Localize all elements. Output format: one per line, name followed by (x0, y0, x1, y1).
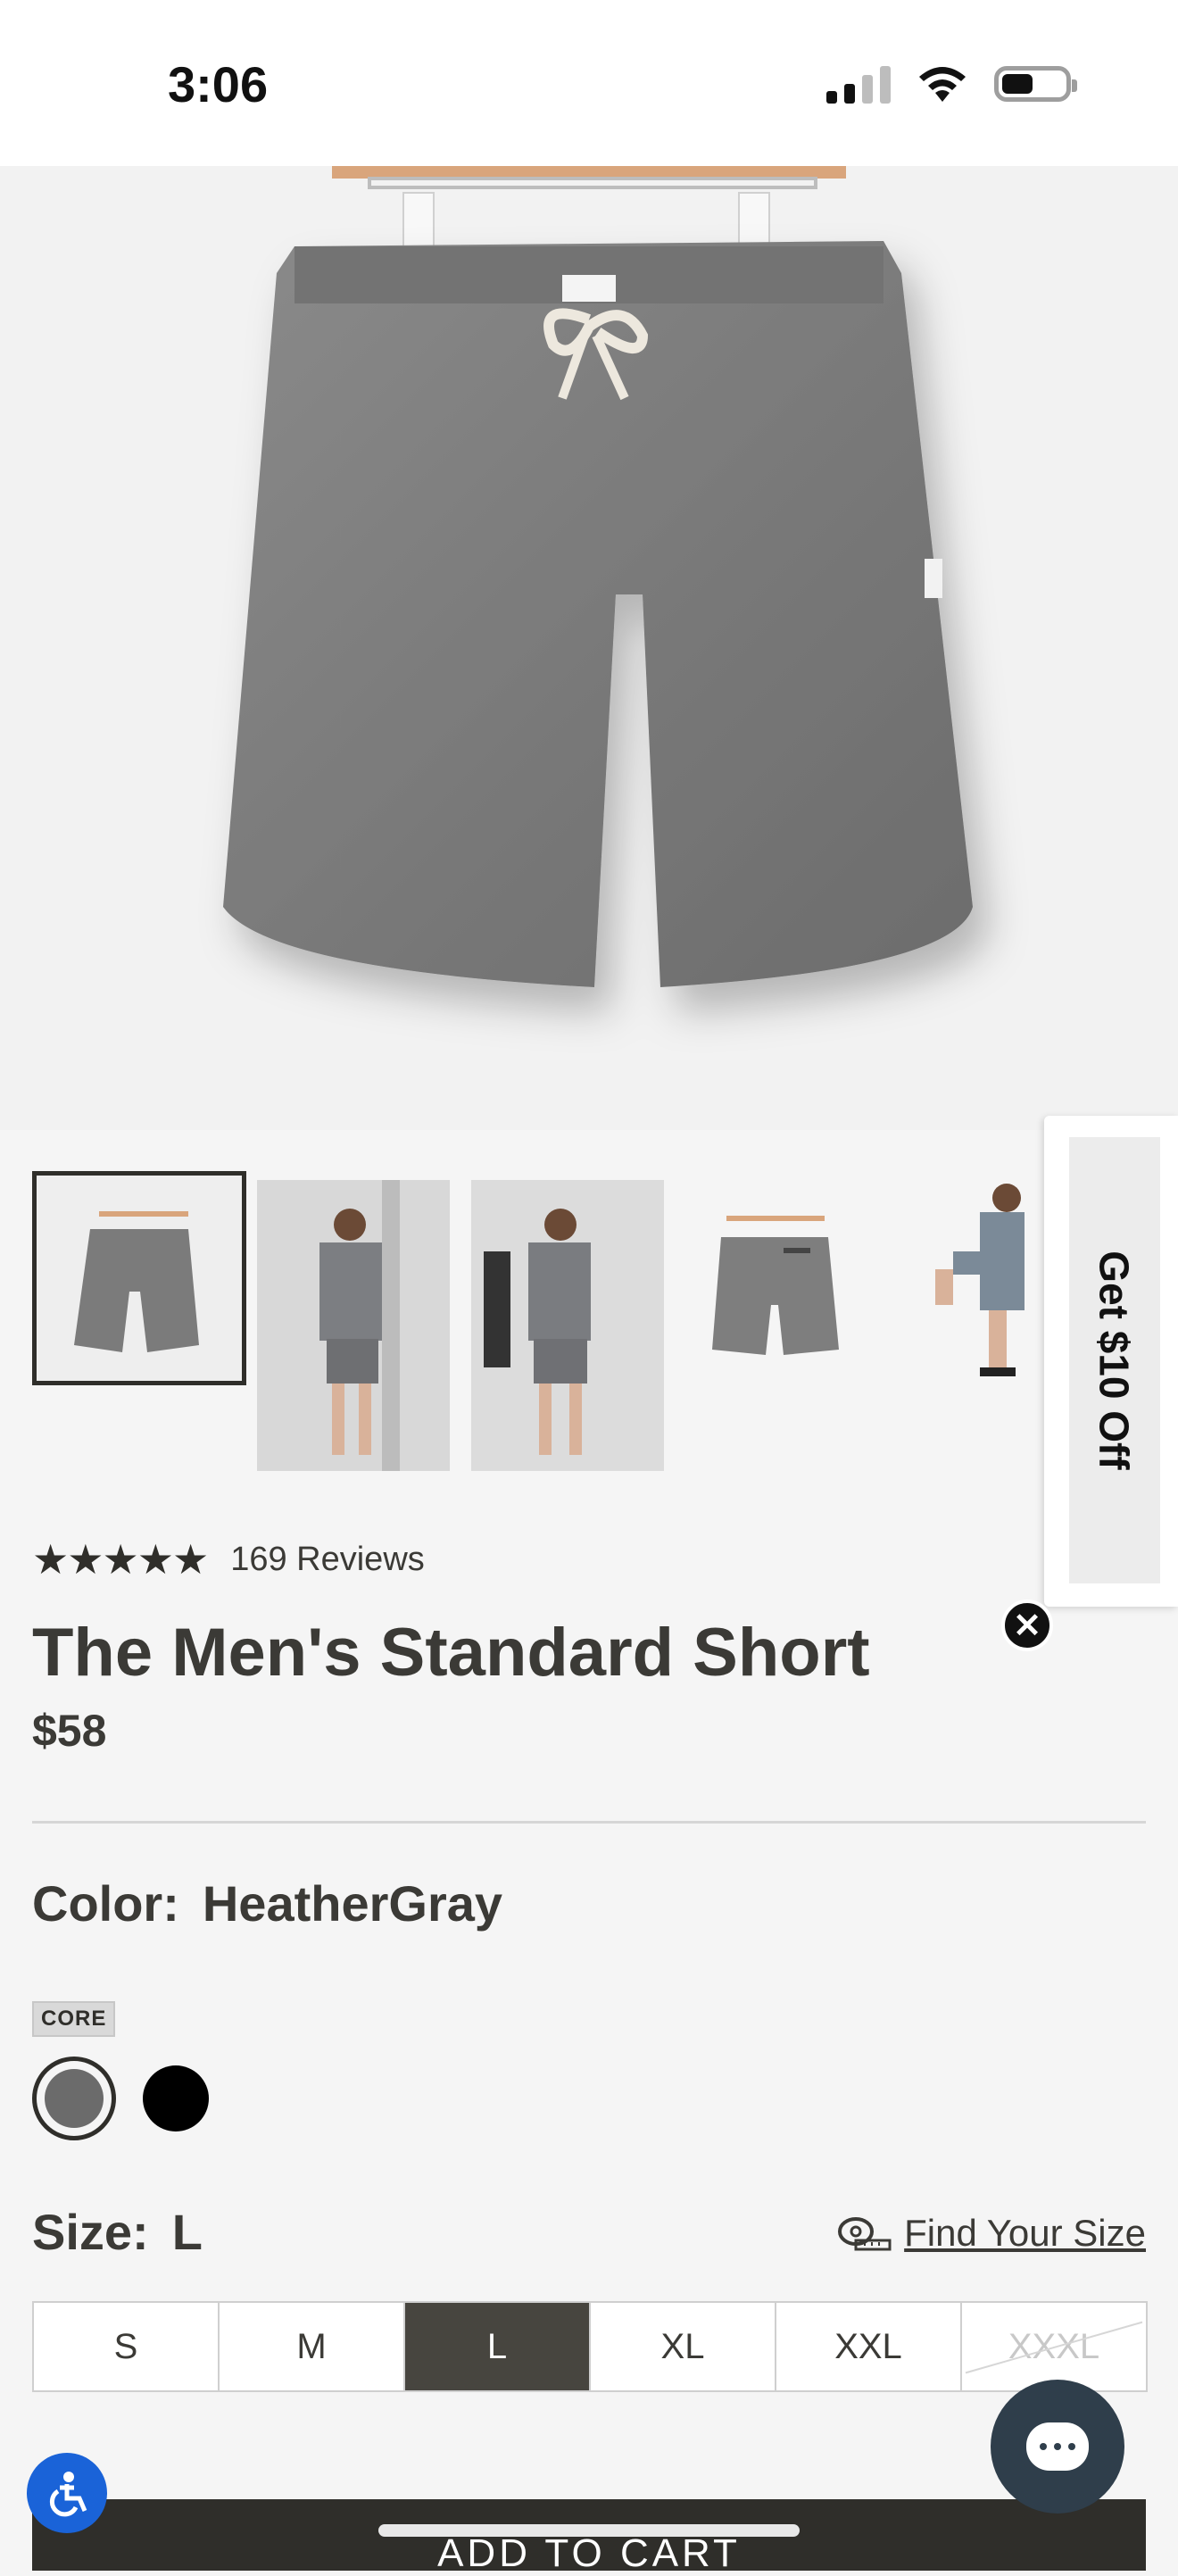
signal-icon (826, 64, 891, 104)
battery-icon (994, 66, 1077, 102)
shorts-image (223, 166, 973, 987)
star-icon: ★★★★★ (32, 1536, 209, 1583)
size-option-m[interactable]: M (220, 2303, 405, 2390)
find-your-size-label: Find Your Size (904, 2212, 1146, 2254)
chat-button[interactable] (991, 2380, 1124, 2514)
divider (32, 1821, 1146, 1824)
status-icons (826, 64, 1077, 104)
chat-icon (1026, 2422, 1089, 2471)
size-selection-label: Size: L (32, 2203, 203, 2261)
home-indicator (378, 2524, 800, 2537)
find-your-size-link[interactable]: Find Your Size (836, 2212, 1146, 2255)
size-value: L (171, 2204, 203, 2260)
color-label: Color: (32, 1875, 179, 1932)
core-badge: CORE (32, 2001, 116, 2037)
wifi-icon (919, 67, 966, 102)
size-option-s[interactable]: S (34, 2303, 220, 2390)
size-option-xxxl: XXXL (962, 2303, 1146, 2390)
thumbnail-3[interactable] (471, 1180, 664, 1471)
product-hero-image[interactable] (0, 166, 1178, 1130)
thumbnail-2[interactable] (257, 1180, 450, 1471)
size-options: S M L XL XXL XXXL (32, 2301, 1148, 2392)
color-selection-label: Color: HeatherGray (32, 1874, 502, 1932)
promo-inner: Get $10 Off (1069, 1137, 1160, 1583)
discount-promo-tab[interactable]: Get $10 Off (1044, 1116, 1178, 1607)
product-title: The Men's Standard Short (32, 1615, 870, 1691)
color-swatch-heathergray[interactable] (32, 2057, 116, 2140)
size-option-l[interactable]: L (405, 2303, 591, 2390)
product-price: $58 (32, 1706, 107, 1756)
thumbnail-1[interactable] (32, 1171, 246, 1385)
color-value: HeatherGray (202, 1875, 503, 1932)
accessibility-button[interactable] (27, 2453, 107, 2533)
accessibility-icon (49, 2472, 87, 2517)
close-icon[interactable]: ✕ (1001, 1600, 1053, 1651)
size-option-xl[interactable]: XL (591, 2303, 776, 2390)
review-count[interactable]: 169 Reviews (230, 1541, 425, 1579)
thumbnail-5[interactable] (900, 1180, 1042, 1471)
status-time: 3:06 (168, 56, 269, 112)
status-bar: 3:06 (0, 0, 1178, 166)
size-label: Size: (32, 2204, 149, 2260)
thumbnail-4[interactable] (685, 1180, 878, 1471)
color-swatch-black[interactable] (143, 2065, 209, 2131)
thumbnail-strip (32, 1171, 1042, 1475)
tape-measure-icon (838, 2217, 892, 2251)
size-option-xxl[interactable]: XXL (776, 2303, 962, 2390)
promo-text: Get $10 Off (1091, 1251, 1139, 1470)
rating-row[interactable]: ★★★★★ 169 Reviews (32, 1535, 425, 1583)
